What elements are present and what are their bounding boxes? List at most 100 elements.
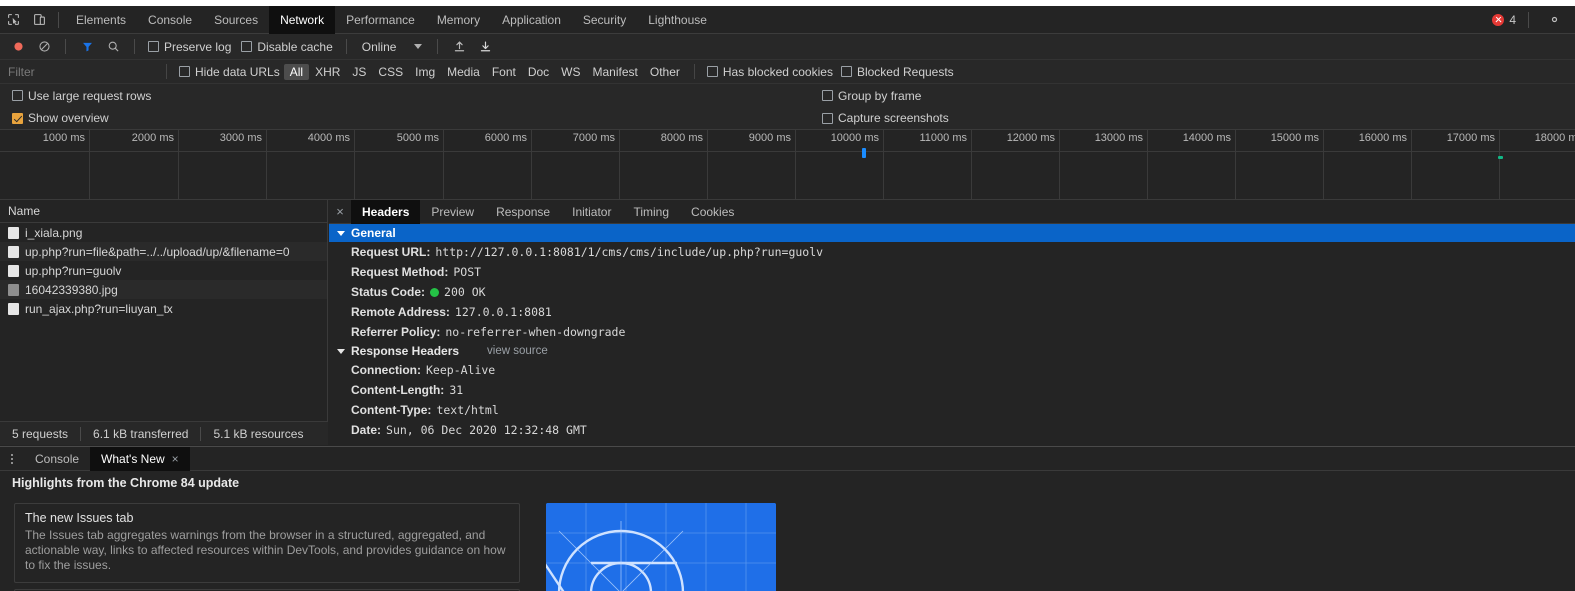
- tab-preview[interactable]: Preview: [420, 200, 485, 224]
- tab-lighthouse[interactable]: Lighthouse: [637, 6, 718, 34]
- throttling-select[interactable]: Online: [356, 40, 429, 54]
- close-icon[interactable]: ×: [172, 452, 179, 466]
- file-icon: [8, 302, 19, 315]
- resource-type-img[interactable]: Img: [409, 64, 441, 80]
- tab-application[interactable]: Application: [491, 6, 572, 34]
- export-har-icon[interactable]: [473, 36, 497, 58]
- tab-response[interactable]: Response: [485, 200, 561, 224]
- overview-request-bar[interactable]: [1498, 156, 1503, 159]
- tab-label: Security: [582, 12, 627, 27]
- network-overview-timeline[interactable]: 1000 ms 2000 ms 3000 ms 4000 ms 5000 ms 6000 …: [0, 130, 1575, 200]
- tab-memory[interactable]: Memory: [426, 6, 491, 34]
- overview-tick-divider: [619, 130, 620, 199]
- view-source-link[interactable]: view source: [487, 345, 548, 357]
- clear-icon[interactable]: [32, 36, 56, 58]
- error-count-badge[interactable]: 4: [1492, 13, 1516, 27]
- import-har-icon[interactable]: [447, 36, 471, 58]
- tab-security[interactable]: Security: [572, 6, 637, 34]
- general-row: Status Code: 200 OK: [329, 282, 1575, 302]
- search-icon[interactable]: [101, 36, 125, 58]
- tab-sources[interactable]: Sources: [203, 6, 269, 34]
- capture-screenshots-checkbox[interactable]: Capture screenshots: [818, 111, 953, 125]
- tab-timing[interactable]: Timing: [622, 200, 680, 224]
- tab-label: Sources: [214, 12, 259, 27]
- table-row[interactable]: run_ajax.php?run=liuyan_tx: [0, 299, 327, 318]
- devtools-main-tabstrip: Elements Console Sources Network Perform…: [0, 5, 1575, 34]
- header-value: Sun, 06 Dec 2020 12:32:48 GMT: [386, 423, 587, 437]
- table-row[interactable]: i_xiala.png: [0, 223, 327, 242]
- tab-label: What's New: [101, 451, 165, 466]
- type-label: Img: [415, 64, 436, 79]
- hide-data-urls-checkbox[interactable]: Hide data URLs: [175, 65, 284, 79]
- kebab-menu-icon[interactable]: [0, 447, 24, 471]
- close-glyph: ×: [336, 204, 344, 219]
- resource-type-js[interactable]: JS: [346, 64, 372, 80]
- resource-type-other[interactable]: Other: [644, 64, 686, 80]
- overview-request-bar[interactable]: [862, 148, 866, 158]
- resource-type-media[interactable]: Media: [441, 64, 486, 80]
- tab-label: Response: [496, 204, 551, 219]
- resource-type-all[interactable]: All: [283, 63, 310, 80]
- resource-type-css[interactable]: CSS: [372, 64, 409, 80]
- drawer-tab-console[interactable]: Console: [24, 447, 90, 471]
- checkbox-box: [706, 66, 718, 77]
- checkbox-box: [12, 112, 23, 124]
- file-icon: [8, 226, 19, 239]
- request-details-tabstrip: × Headers Preview Response Initiator Tim…: [329, 200, 1575, 224]
- inspect-element-icon[interactable]: [0, 7, 26, 33]
- overview-tick-label: 1000 ms: [42, 132, 85, 144]
- request-name: 16042339380.jpg: [25, 282, 118, 297]
- tab-label: Application: [502, 12, 561, 27]
- capture-screenshots-label: Capture screenshots: [838, 111, 949, 125]
- tab-label: Timing: [633, 204, 670, 219]
- table-row[interactable]: up.php?run=guolv: [0, 261, 327, 280]
- type-label: Media: [447, 64, 480, 79]
- filter-icon[interactable]: [75, 36, 99, 58]
- column-header-name: Name: [8, 204, 41, 218]
- header-value: Keep-Alive: [426, 363, 496, 377]
- gear-icon[interactable]: [1541, 7, 1567, 33]
- record-icon[interactable]: [6, 36, 30, 58]
- disable-cache-checkbox[interactable]: Disable cache: [237, 40, 336, 54]
- device-toolbar-icon[interactable]: [26, 7, 52, 33]
- has-blocked-cookies-checkbox[interactable]: Has blocked cookies: [703, 65, 837, 79]
- general-section-header[interactable]: General: [329, 224, 1575, 242]
- tab-label: Initiator: [572, 204, 612, 219]
- table-row[interactable]: 16042339380.jpg: [0, 280, 327, 299]
- resource-type-manifest[interactable]: Manifest: [587, 64, 644, 80]
- error-icon: [1492, 13, 1505, 26]
- resource-type-xhr[interactable]: XHR: [309, 64, 346, 80]
- tab-label: Performance: [346, 12, 415, 27]
- header-key: Content-Type:: [351, 403, 432, 417]
- overview-tick-divider: [89, 130, 90, 199]
- tab-console[interactable]: Console: [137, 6, 203, 34]
- request-list-column-header[interactable]: Name: [0, 200, 327, 223]
- tab-performance[interactable]: Performance: [335, 6, 426, 34]
- filter-input[interactable]: [8, 62, 158, 81]
- tab-headers[interactable]: Headers: [351, 200, 421, 224]
- show-overview-checkbox[interactable]: Show overview: [8, 111, 113, 125]
- drawer-tab-whats-new[interactable]: What's New ×: [90, 446, 190, 471]
- resource-type-ws[interactable]: WS: [555, 64, 586, 80]
- overview-tick-label: 5000 ms: [396, 132, 439, 144]
- overview-tick-divider: [1235, 130, 1236, 199]
- whats-new-card[interactable]: The new Issues tab The Issues tab aggreg…: [14, 503, 520, 583]
- tab-cookies[interactable]: Cookies: [680, 200, 745, 224]
- overview-tick-divider: [531, 130, 532, 199]
- resource-type-font[interactable]: Font: [486, 64, 522, 80]
- group-by-frame-checkbox[interactable]: Group by frame: [818, 89, 925, 103]
- resource-type-doc[interactable]: Doc: [522, 64, 555, 80]
- tab-initiator[interactable]: Initiator: [561, 200, 622, 224]
- error-count-label: 4: [1509, 12, 1516, 27]
- preserve-log-checkbox[interactable]: Preserve log: [144, 40, 235, 54]
- overview-tick-label: 13000 ms: [1094, 132, 1143, 144]
- tab-network[interactable]: Network: [269, 5, 336, 34]
- header-value: text/html: [436, 403, 499, 417]
- use-large-request-rows-checkbox[interactable]: Use large request rows: [8, 89, 155, 103]
- overview-tick-divider: [1059, 130, 1060, 199]
- blocked-requests-checkbox[interactable]: Blocked Requests: [837, 65, 958, 79]
- tab-elements[interactable]: Elements: [65, 6, 137, 34]
- response-headers-section-header[interactable]: Response Headers view source: [329, 342, 1575, 360]
- close-icon[interactable]: ×: [329, 200, 351, 224]
- table-row[interactable]: up.php?run=file&path=../../upload/up/&fi…: [0, 242, 327, 261]
